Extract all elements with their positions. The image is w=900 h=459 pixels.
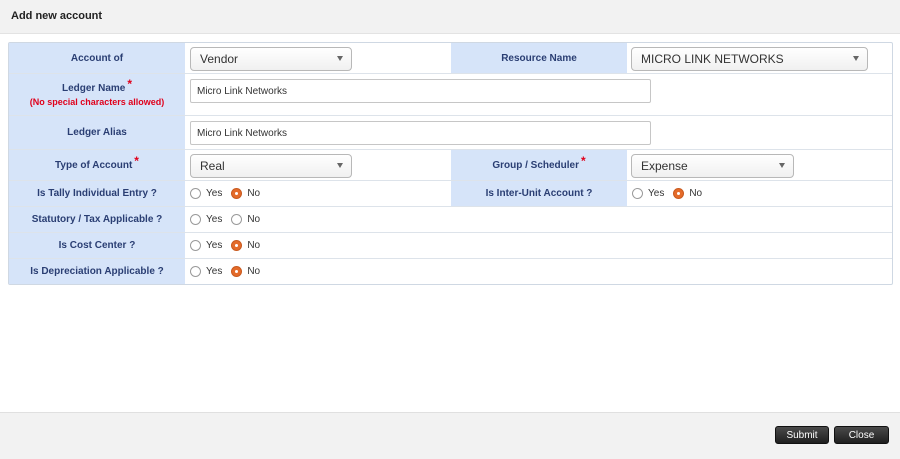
tally-individual-yes-radio[interactable] xyxy=(190,188,201,199)
statutory-tax-no-label: No xyxy=(247,214,261,225)
account-of-value: Vendor xyxy=(200,52,239,66)
tally-individual-no-radio[interactable] xyxy=(231,188,243,199)
ledger-name-label-cell: Ledger Name * (No special characters allo… xyxy=(9,74,185,115)
depreciation-no-radio[interactable] xyxy=(231,266,243,277)
depreciation-yes-label: Yes xyxy=(206,266,223,277)
depreciation-yes-radio[interactable] xyxy=(190,266,201,277)
ledger-alias-label-cell: Ledger Alias xyxy=(9,116,185,149)
cost-center-radio-group: Yes No xyxy=(190,240,269,251)
account-of-label: Account of xyxy=(70,52,124,64)
row-account-of: Account of Vendor Resource Name MICRO LI… xyxy=(9,43,892,74)
close-button[interactable]: Close xyxy=(834,426,889,444)
tally-individual-label: Is Tally Individual Entry ? xyxy=(37,188,157,199)
statutory-tax-yes-label: Yes xyxy=(206,214,223,225)
tally-individual-label-cell: Is Tally Individual Entry ? xyxy=(9,181,185,206)
row-ledger-alias: Ledger Alias Micro Link Networks xyxy=(9,116,892,150)
inter-unit-no-radio[interactable] xyxy=(673,188,685,199)
inter-unit-yes-label: Yes xyxy=(648,188,665,199)
depreciation-label-cell: Is Depreciation Applicable ? xyxy=(9,259,185,284)
inter-unit-label-cell: Is Inter-Unit Account ? xyxy=(451,181,627,206)
group-scheduler-label: Group / Scheduler * xyxy=(492,154,586,172)
type-of-account-label-cell: Type of Account * xyxy=(9,150,185,180)
ledger-alias-value: Micro Link Networks xyxy=(197,127,288,139)
chevron-down-icon xyxy=(337,163,343,168)
account-of-select[interactable]: Vendor xyxy=(190,47,352,71)
required-mark: * xyxy=(127,76,133,91)
dialog-footer: Submit Close xyxy=(0,412,900,459)
ledger-alias-input[interactable]: Micro Link Networks xyxy=(190,121,651,145)
resource-name-label-cell: Resource Name xyxy=(451,43,627,73)
row-cost-center: Is Cost Center ? Yes No xyxy=(9,233,892,259)
row-statutory-tax: Statutory / Tax Applicable ? Yes No xyxy=(9,207,892,233)
row-depreciation: Is Depreciation Applicable ? Yes No xyxy=(9,259,892,284)
cost-center-no-label: No xyxy=(247,240,261,251)
cost-center-no-radio[interactable] xyxy=(231,240,243,251)
group-scheduler-value: Expense xyxy=(641,159,688,173)
cost-center-yes-radio[interactable] xyxy=(190,240,201,251)
type-of-account-value: Real xyxy=(200,159,225,173)
tally-individual-no-label: No xyxy=(247,188,261,199)
ledger-name-input[interactable]: Micro Link Networks xyxy=(190,79,651,103)
ledger-name-value: Micro Link Networks xyxy=(197,85,288,97)
group-scheduler-label-cell: Group / Scheduler * xyxy=(451,150,627,180)
type-of-account-label: Type of Account * xyxy=(55,154,139,172)
chevron-down-icon xyxy=(853,56,859,61)
ledger-alias-label: Ledger Alias xyxy=(67,127,127,138)
ledger-name-label: Ledger Name * xyxy=(61,76,133,94)
row-ledger-name: Ledger Name * (No special characters allo… xyxy=(9,74,892,116)
account-form: Account of Vendor Resource Name MICRO LI… xyxy=(8,42,893,285)
chevron-down-icon xyxy=(779,163,785,168)
resource-name-value: MICRO LINK NETWORKS xyxy=(641,52,784,66)
group-scheduler-select[interactable]: Expense xyxy=(631,154,794,178)
required-mark: * xyxy=(581,154,586,168)
row-type-of-account: Type of Account * Real Group / Scheduler *… xyxy=(9,150,892,181)
resource-name-label: Resource Name xyxy=(501,52,577,64)
submit-button[interactable]: Submit xyxy=(775,426,829,444)
statutory-tax-no-radio[interactable] xyxy=(231,214,243,225)
inter-unit-label: Is Inter-Unit Account ? xyxy=(485,188,593,199)
cost-center-label: Is Cost Center ? xyxy=(58,240,136,251)
cost-center-yes-label: Yes xyxy=(206,240,223,251)
inter-unit-yes-radio[interactable] xyxy=(632,188,643,199)
statutory-tax-label: Statutory / Tax Applicable ? xyxy=(31,214,163,225)
depreciation-label: Is Depreciation Applicable ? xyxy=(30,266,164,277)
depreciation-no-label: No xyxy=(247,266,261,277)
inter-unit-radio-group: Yes No xyxy=(632,188,711,199)
cost-center-label-cell: Is Cost Center ? xyxy=(9,233,185,258)
type-of-account-select[interactable]: Real xyxy=(190,154,352,178)
dialog-header: Add new account xyxy=(0,0,900,34)
statutory-tax-yes-radio[interactable] xyxy=(190,214,201,225)
chevron-down-icon xyxy=(337,56,343,61)
required-mark: * xyxy=(134,154,139,168)
statutory-tax-radio-group: Yes No xyxy=(190,214,269,225)
dialog-title: Add new account xyxy=(11,10,103,22)
resource-name-select[interactable]: MICRO LINK NETWORKS xyxy=(631,47,868,71)
account-of-label-cell: Account of xyxy=(9,43,185,73)
tally-individual-radio-group: Yes No xyxy=(190,188,269,199)
depreciation-radio-group: Yes No xyxy=(190,266,269,277)
statutory-tax-label-cell: Statutory / Tax Applicable ? xyxy=(9,207,185,232)
inter-unit-no-label: No xyxy=(689,188,703,199)
ledger-name-note: (No special characters allowed) xyxy=(29,96,165,107)
row-tally-individual: Is Tally Individual Entry ? Yes No Is In… xyxy=(9,181,892,207)
tally-individual-yes-label: Yes xyxy=(206,188,223,199)
